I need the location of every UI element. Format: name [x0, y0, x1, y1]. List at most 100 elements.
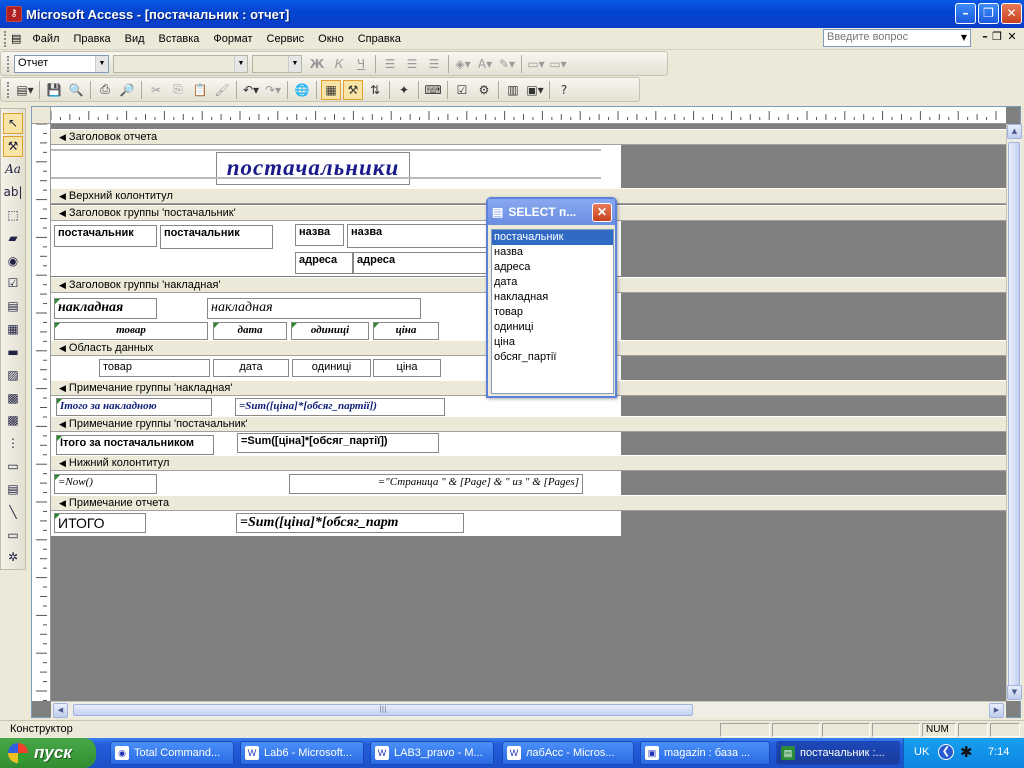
- special-effect-icon[interactable]: ▭▾: [548, 54, 568, 74]
- mdi-close-button[interactable]: ✕: [1005, 30, 1019, 43]
- toolbar-grip[interactable]: [4, 30, 7, 47]
- report-header-area[interactable]: постачальники: [51, 145, 621, 188]
- detail-product-field[interactable]: товар: [99, 359, 210, 377]
- group-footer-supplier-band[interactable]: ◀ Примечание группы 'постачальник': [51, 416, 1006, 432]
- line-tool-icon[interactable]: ╲: [3, 501, 23, 522]
- name-label[interactable]: назва: [295, 224, 344, 246]
- line-color-icon[interactable]: ✎▾: [497, 54, 517, 74]
- print-preview-icon[interactable]: 🔎: [117, 80, 137, 100]
- option-group-icon[interactable]: ⬚: [3, 204, 23, 225]
- field-list[interactable]: постачальник назва адреса дата накладная…: [491, 229, 614, 394]
- document-icon[interactable]: ▤: [11, 32, 21, 45]
- page-footer-area[interactable]: =Now() ="Страница " & [Page] & " из " & …: [51, 471, 621, 495]
- supplier-total-label[interactable]: Ітого за постачальником: [56, 435, 214, 455]
- properties-icon[interactable]: ☑: [452, 80, 472, 100]
- list-item[interactable]: адреса: [492, 260, 613, 275]
- detail-units-field[interactable]: одиниці: [292, 359, 371, 377]
- now-expression[interactable]: =Now(): [54, 474, 157, 494]
- combo-box-icon[interactable]: ▤: [3, 296, 23, 317]
- menu-edit[interactable]: Правка: [66, 33, 117, 45]
- copy-icon[interactable]: ⎘: [168, 80, 188, 100]
- report-header-band[interactable]: ◀ Заголовок отчета: [51, 129, 1006, 145]
- divider-line[interactable]: [51, 149, 601, 151]
- ruler-corner[interactable]: [32, 107, 51, 124]
- menu-format[interactable]: Формат: [206, 33, 259, 45]
- bound-object-icon[interactable]: ▩: [3, 410, 23, 431]
- command-button-icon[interactable]: ▬: [3, 341, 23, 362]
- detail-date-field[interactable]: дата: [213, 359, 289, 377]
- select-objects-icon[interactable]: ↖: [3, 113, 23, 134]
- list-box-icon[interactable]: ▦: [3, 319, 23, 340]
- close-icon[interactable]: ✕: [592, 203, 612, 222]
- report-total-expression[interactable]: =Sum([ціна]*[обсяг_парт: [236, 513, 464, 533]
- label-tool-icon[interactable]: Aa: [3, 159, 23, 180]
- language-indicator[interactable]: UK: [914, 746, 929, 758]
- format-painter-icon[interactable]: 🖌: [212, 80, 232, 100]
- save-icon[interactable]: 💾: [44, 80, 64, 100]
- column-header-product[interactable]: товар: [54, 322, 208, 340]
- list-item[interactable]: ціна: [492, 335, 613, 350]
- supplier-field[interactable]: постачальник: [160, 225, 273, 249]
- supplier-label[interactable]: постачальник: [54, 225, 157, 247]
- undo-icon[interactable]: ↶▾: [241, 80, 261, 100]
- invoice-field[interactable]: накладная: [207, 298, 421, 319]
- more-controls-icon[interactable]: ✲: [3, 547, 23, 568]
- tab-control-icon[interactable]: ▭: [3, 456, 23, 477]
- taskbar-item-total-commander[interactable]: ◉ Total Command...: [110, 741, 234, 765]
- taskbar-item-lab6[interactable]: W Lab6 - Microsoft...: [240, 741, 364, 765]
- textbox-tool-icon[interactable]: ab|: [3, 182, 23, 203]
- scroll-down-icon[interactable]: ▼: [1007, 685, 1022, 700]
- font-size-combo[interactable]: ▼: [252, 54, 302, 73]
- page-footer-band[interactable]: ◀ Нижний колонтитул: [51, 455, 1006, 471]
- paste-icon[interactable]: 📋: [190, 80, 210, 100]
- italic-icon[interactable]: К: [329, 54, 349, 74]
- view-icon[interactable]: ▤▾: [15, 80, 35, 100]
- print-icon[interactable]: ⎙: [95, 80, 115, 100]
- menu-view[interactable]: Вид: [118, 33, 152, 45]
- toolbar-grip[interactable]: [7, 55, 10, 72]
- page-break-icon[interactable]: ⋮: [3, 433, 23, 454]
- list-item[interactable]: постачальник: [492, 230, 613, 245]
- list-item[interactable]: назва: [492, 245, 613, 260]
- redo-icon[interactable]: ↷▾: [263, 80, 283, 100]
- align-center-icon[interactable]: ☰: [402, 54, 422, 74]
- code-icon[interactable]: ⌨: [423, 80, 443, 100]
- taskbar-item-supplier-report[interactable]: ▤ постачальник :...: [776, 741, 900, 765]
- list-item[interactable]: дата: [492, 275, 613, 290]
- autoformat-icon[interactable]: ✦: [394, 80, 414, 100]
- key-icon[interactable]: ⚷: [6, 6, 22, 22]
- detail-price-field[interactable]: ціна: [373, 359, 441, 377]
- menu-window[interactable]: Окно: [311, 33, 351, 45]
- underline-icon[interactable]: Ч: [351, 54, 371, 74]
- object-combo[interactable]: Отчет ▼: [14, 54, 109, 73]
- sorting-grouping-icon[interactable]: ⇅: [365, 80, 385, 100]
- align-left-icon[interactable]: ☰: [380, 54, 400, 74]
- report-total-label[interactable]: ИТОГО: [54, 513, 146, 533]
- field-list-window[interactable]: ▤ SELECT п... ✕ постачальник назва адрес…: [486, 197, 617, 398]
- control-wizards-icon[interactable]: ⚒: [3, 135, 23, 157]
- report-footer-area[interactable]: ИТОГО =Sum([ціна]*[обсяг_парт: [51, 511, 621, 536]
- search-icon[interactable]: 🔍: [66, 80, 86, 100]
- hyperlink-icon[interactable]: 🌐: [292, 80, 312, 100]
- chevron-down-icon[interactable]: ▼: [288, 55, 301, 72]
- menu-help[interactable]: Справка: [351, 33, 408, 45]
- taskbar-item-magazin[interactable]: ▣ magazin : база ...: [640, 741, 770, 765]
- fill-color-icon[interactable]: ◈▾: [453, 54, 473, 74]
- column-header-units[interactable]: одиниці: [291, 322, 369, 340]
- close-button[interactable]: ✕: [1001, 3, 1022, 24]
- field-list-icon[interactable]: ▦: [321, 79, 341, 100]
- list-item[interactable]: накладная: [492, 290, 613, 305]
- scroll-up-icon[interactable]: ▲: [1007, 124, 1022, 139]
- field-list-title-bar[interactable]: ▤ SELECT п... ✕: [488, 199, 615, 225]
- build-icon[interactable]: ⚙: [474, 80, 494, 100]
- ask-question-input[interactable]: Введите вопрос: [823, 29, 971, 47]
- horizontal-ruler[interactable]: [51, 107, 1006, 124]
- toggle-button-icon[interactable]: ▰: [3, 227, 23, 248]
- font-color-icon[interactable]: A▾: [475, 54, 495, 74]
- chevron-down-icon[interactable]: ▼: [958, 30, 970, 46]
- vertical-scrollbar[interactable]: ▲ ▼: [1006, 124, 1022, 701]
- unbound-object-icon[interactable]: ▩: [3, 387, 23, 408]
- mdi-restore-button[interactable]: ❐: [990, 30, 1004, 43]
- rectangle-tool-icon[interactable]: ▭: [3, 524, 23, 545]
- group-footer-supplier-area[interactable]: Ітого за постачальником =Sum([ціна]*[обс…: [51, 432, 621, 455]
